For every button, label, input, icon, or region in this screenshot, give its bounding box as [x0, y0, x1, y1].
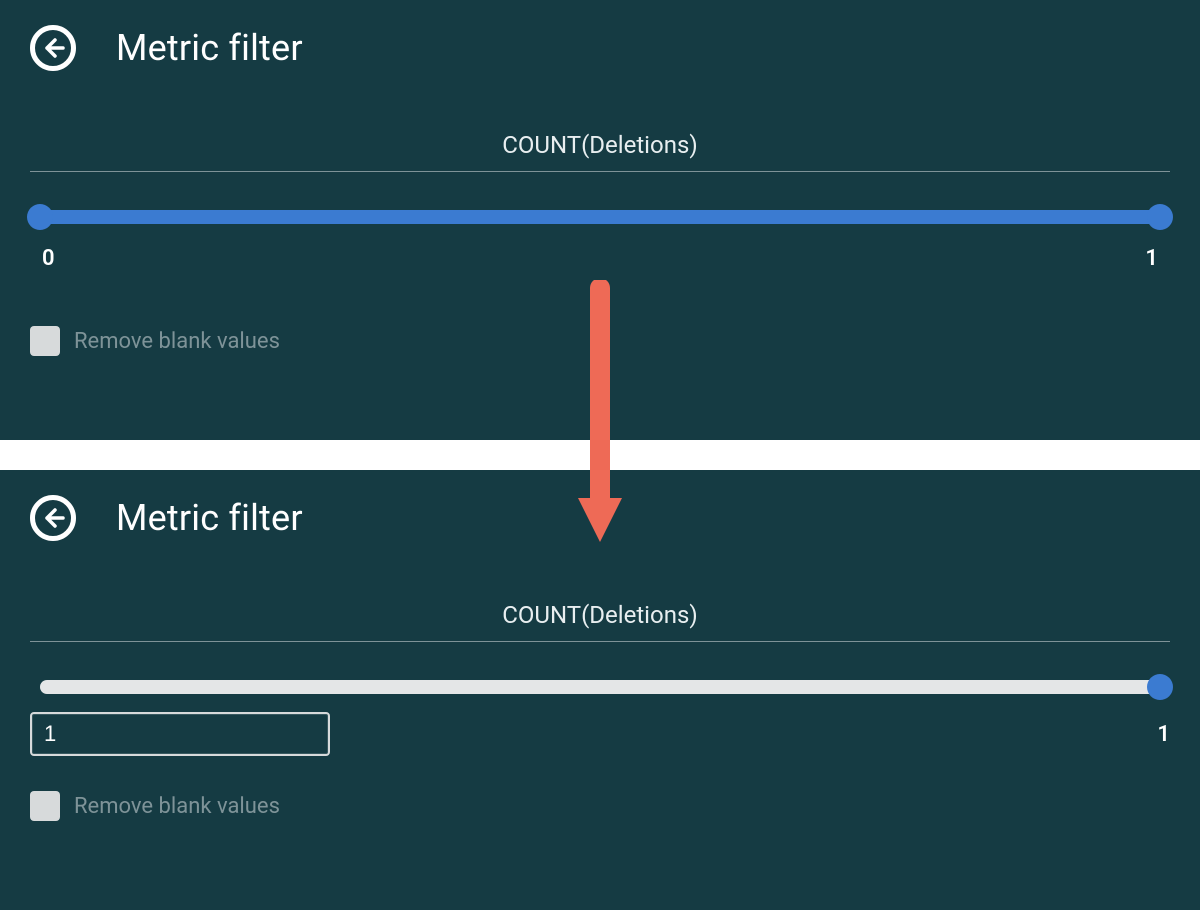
slider-max-label: 1 — [1157, 722, 1170, 747]
slider-handle-max[interactable] — [1147, 674, 1173, 700]
remove-blank-values-checkbox[interactable] — [30, 326, 60, 356]
arrow-left-icon — [41, 36, 65, 60]
metric-name-label: COUNT(Deletions) — [30, 601, 1170, 629]
slider-handle-max[interactable] — [1147, 204, 1173, 230]
slider-track — [40, 210, 1160, 224]
remove-blank-values-label: Remove blank values — [74, 794, 280, 819]
back-button[interactable] — [30, 495, 76, 541]
panel-header: Metric filter — [30, 25, 1170, 71]
panel-title: Metric filter — [116, 27, 303, 69]
metric-filter-panel-before: Metric filter COUNT(Deletions) 0 1 Remov… — [0, 0, 1200, 440]
range-slider[interactable] — [30, 680, 1170, 694]
slider-track — [40, 680, 1160, 694]
slider-min-label: 0 — [42, 246, 55, 271]
back-button[interactable] — [30, 25, 76, 71]
divider — [30, 171, 1170, 172]
slider-value-row: 1 — [30, 712, 1170, 756]
slider-min-input[interactable] — [30, 712, 330, 756]
metric-filter-panel-after: Metric filter COUNT(Deletions) 1 Remove … — [0, 470, 1200, 910]
remove-blank-values-row: Remove blank values — [30, 791, 1170, 821]
remove-blank-values-label: Remove blank values — [74, 329, 280, 354]
slider-value-labels: 0 1 — [40, 246, 1160, 271]
divider — [30, 641, 1170, 642]
arrow-left-icon — [41, 506, 65, 530]
slider-handle-min[interactable] — [27, 204, 53, 230]
remove-blank-values-checkbox[interactable] — [30, 791, 60, 821]
slider-max-label: 1 — [1145, 246, 1158, 271]
panel-header: Metric filter — [30, 495, 1170, 541]
range-slider[interactable]: 0 1 — [30, 210, 1170, 271]
panel-title: Metric filter — [116, 497, 303, 539]
metric-name-label: COUNT(Deletions) — [30, 131, 1170, 159]
remove-blank-values-row: Remove blank values — [30, 326, 1170, 356]
